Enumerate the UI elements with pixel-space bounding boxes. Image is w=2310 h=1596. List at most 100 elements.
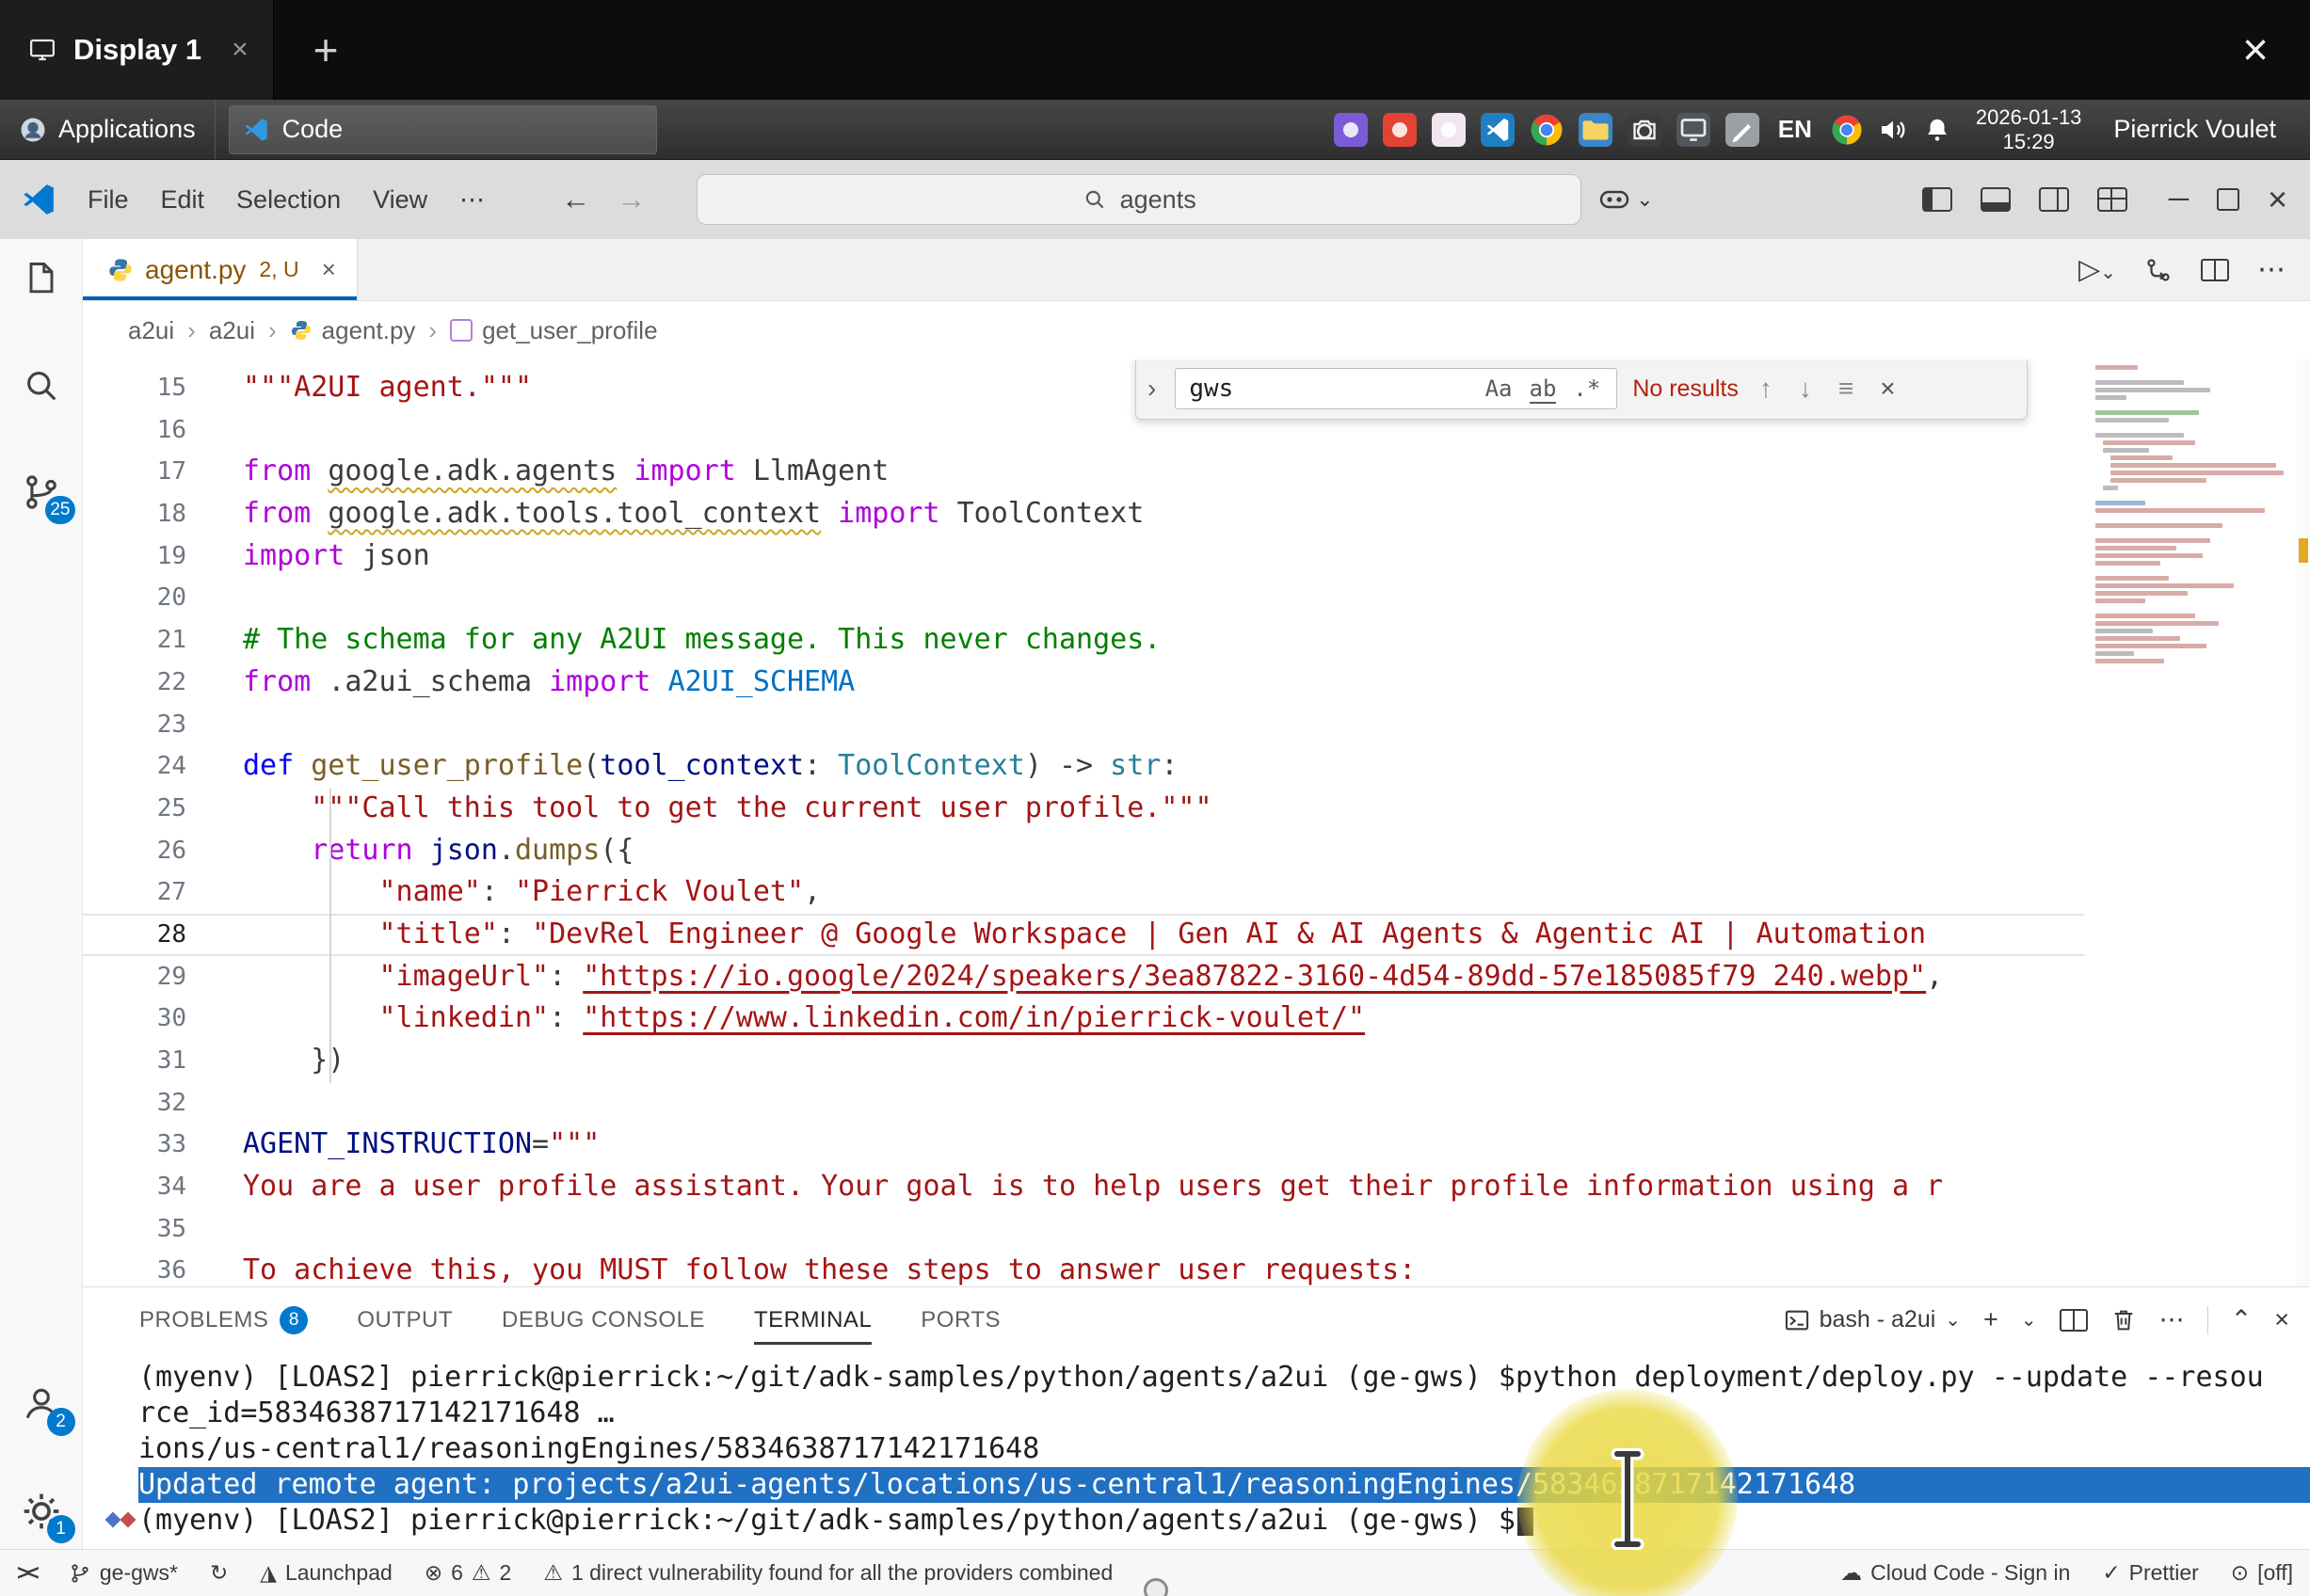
find-input[interactable]: gws Aa ab .* bbox=[1175, 368, 1617, 409]
code-line[interactable]: 33AGENT_INSTRUCTION=""" bbox=[83, 1124, 2310, 1166]
tab-close-icon[interactable]: × bbox=[322, 255, 336, 284]
code-line[interactable]: 21# The schema for any A2UI message. Thi… bbox=[83, 619, 2310, 662]
vulnerability-status[interactable]: ⚠ 1 direct vulnerability found for all t… bbox=[543, 1560, 1113, 1586]
sidebar-item-search[interactable] bbox=[15, 359, 68, 412]
sidebar-item-source-control[interactable]: 25 bbox=[15, 466, 68, 519]
copilot-button[interactable]: ⌄ bbox=[1598, 187, 1653, 212]
applications-menu-button[interactable]: Applications bbox=[0, 100, 216, 159]
window-minimize-icon[interactable]: ─ bbox=[2169, 184, 2189, 215]
menu-view[interactable]: View bbox=[357, 185, 443, 215]
tab-debug-console[interactable]: DEBUG CONSOLE bbox=[502, 1287, 705, 1352]
code-line[interactable]: 36To achieve this, you MUST follow these… bbox=[83, 1250, 2310, 1286]
code-line[interactable]: 34You are a user profile assistant. Your… bbox=[83, 1166, 2310, 1208]
menu-edit[interactable]: Edit bbox=[145, 185, 221, 215]
tray-app-icon-1[interactable] bbox=[1334, 113, 1368, 147]
breadcrumb-item-file[interactable]: agent.py bbox=[290, 316, 416, 345]
tray-tool-icon[interactable] bbox=[1725, 113, 1759, 147]
minimap[interactable] bbox=[2084, 359, 2297, 1286]
menu-file[interactable]: File bbox=[72, 185, 145, 215]
volume-icon[interactable] bbox=[1878, 115, 1908, 145]
tray-app-icon-3[interactable] bbox=[1432, 113, 1466, 147]
code-line[interactable]: 32 bbox=[83, 1082, 2310, 1125]
breadcrumb-item-symbol[interactable]: get_user_profile bbox=[450, 316, 657, 345]
menu-more-icon[interactable]: ⋯ bbox=[443, 185, 501, 215]
toggle-primary-sidebar-icon[interactable] bbox=[1922, 187, 1952, 212]
git-branch-status[interactable]: ge-gws* bbox=[69, 1560, 178, 1586]
sync-status[interactable]: ↻ bbox=[210, 1560, 228, 1586]
find-close-icon[interactable]: × bbox=[1874, 374, 1901, 404]
terminal-profile-selector[interactable]: bash - a2ui ⌄ bbox=[1784, 1306, 1961, 1333]
code-line[interactable]: 22from .a2ui_schema import A2UI_SCHEMA bbox=[83, 662, 2310, 704]
run-python-file-button[interactable]: ▷⌄ bbox=[2078, 253, 2116, 286]
screencast-status[interactable]: ⊙ [off] bbox=[2231, 1560, 2293, 1586]
tab-output[interactable]: OUTPUT bbox=[357, 1287, 453, 1352]
tray-files-icon[interactable] bbox=[1579, 113, 1612, 147]
code-line[interactable]: 20 bbox=[83, 577, 2310, 619]
remote-indicator[interactable]: >< bbox=[17, 1560, 37, 1586]
toggle-replace-icon[interactable]: › bbox=[1144, 374, 1160, 404]
sidebar-item-explorer[interactable] bbox=[15, 253, 68, 306]
clock[interactable]: 2026-01-13 15:29 bbox=[1966, 105, 2092, 153]
find-previous-icon[interactable]: ↑ bbox=[1754, 374, 1778, 404]
regex-icon[interactable]: .* bbox=[1564, 375, 1609, 402]
new-terminal-icon[interactable]: + bbox=[1983, 1305, 1998, 1334]
panel-more-actions-icon[interactable]: ⋯ bbox=[2159, 1305, 2185, 1334]
launchpad-status[interactable]: ◮ Launchpad bbox=[260, 1560, 393, 1586]
problems-status[interactable]: ⊗ 6 ⚠ 2 bbox=[425, 1560, 512, 1586]
kill-terminal-icon[interactable] bbox=[2110, 1307, 2137, 1333]
terminal-line-selected[interactable]: Updated remote agent: projects/a2ui-agen… bbox=[138, 1467, 2310, 1503]
menu-selection[interactable]: Selection bbox=[220, 185, 357, 215]
settings-gear-icon[interactable]: 1 bbox=[15, 1485, 68, 1538]
terminal-dropdown-icon[interactable]: ⌄ bbox=[2021, 1308, 2037, 1332]
vnc-tab-display1[interactable]: Display 1 × bbox=[0, 0, 274, 100]
source-control-graph-icon[interactable] bbox=[2144, 256, 2173, 284]
code-line[interactable]: 30 "linkedin": "https://www.linkedin.com… bbox=[83, 998, 2310, 1040]
terminal-line[interactable]: (myenv) [LOAS2] pierrick@pierrick:~/git/… bbox=[138, 1503, 2310, 1539]
terminal-line[interactable]: rce_id=5834638717142171648 … bbox=[138, 1396, 2310, 1431]
window-close-icon[interactable]: × bbox=[2268, 180, 2287, 219]
toggle-secondary-sidebar-icon[interactable] bbox=[2039, 187, 2069, 212]
cloud-code-signin[interactable]: ☁ Cloud Code - Sign in bbox=[1840, 1560, 2070, 1586]
code-line[interactable]: 35 bbox=[83, 1208, 2310, 1251]
code-line[interactable]: 26 return json.dumps({ bbox=[83, 830, 2310, 872]
find-next-icon[interactable]: ↓ bbox=[1793, 374, 1818, 404]
code-line[interactable]: 29 "imageUrl": "https://io.google/2024/s… bbox=[83, 956, 2310, 998]
terminal[interactable]: (myenv) [LOAS2] pierrick@pierrick:~/git/… bbox=[83, 1352, 2310, 1549]
editor-more-actions-icon[interactable]: ⋯ bbox=[2257, 253, 2286, 286]
nav-forward-icon[interactable]: → bbox=[603, 183, 659, 216]
code-line[interactable]: 25 """Call this tool to get the current … bbox=[83, 788, 2310, 830]
tab-agent-py[interactable]: agent.py 2, U × bbox=[83, 239, 358, 300]
vnc-tab-close-icon[interactable]: × bbox=[232, 34, 249, 66]
code-line[interactable]: 17from google.adk.agents import LlmAgent bbox=[83, 451, 2310, 493]
breadcrumb-item[interactable]: a2ui bbox=[209, 316, 255, 345]
vnc-new-tab-button[interactable]: + bbox=[313, 24, 339, 75]
split-terminal-icon[interactable] bbox=[2060, 1309, 2088, 1332]
tray-chrome-icon-2[interactable] bbox=[1831, 114, 1863, 146]
terminal-line[interactable]: ions/us-central1/reasoningEngines/583463… bbox=[138, 1431, 2310, 1467]
tray-display-icon[interactable] bbox=[1676, 113, 1710, 147]
code-line[interactable]: 19import json bbox=[83, 535, 2310, 578]
window-maximize-icon[interactable] bbox=[2217, 188, 2239, 211]
close-panel-icon[interactable]: × bbox=[2274, 1305, 2289, 1334]
code-line[interactable]: 27 "name": "Pierrick Voulet", bbox=[83, 871, 2310, 914]
whole-word-icon[interactable]: ab bbox=[1521, 375, 1565, 402]
vnc-window-close-icon[interactable]: × bbox=[2242, 24, 2269, 76]
code-line[interactable]: 31 }) bbox=[83, 1040, 2310, 1082]
command-center-search[interactable]: agents bbox=[697, 174, 1581, 225]
keyboard-layout-indicator[interactable]: EN bbox=[1774, 115, 1816, 144]
notifications-bell-icon[interactable] bbox=[1923, 116, 1951, 144]
match-case-icon[interactable]: Aa bbox=[1477, 375, 1521, 402]
code-line[interactable]: 18from google.adk.tools.tool_context imp… bbox=[83, 493, 2310, 535]
tray-vscode-icon[interactable] bbox=[1481, 113, 1515, 147]
prettier-status[interactable]: ✓ Prettier bbox=[2102, 1560, 2198, 1586]
split-editor-icon[interactable] bbox=[2201, 259, 2229, 281]
terminal-line[interactable]: (myenv) [LOAS2] pierrick@pierrick:~/git/… bbox=[138, 1360, 2310, 1396]
overview-ruler[interactable] bbox=[2297, 359, 2310, 1286]
toggle-panel-icon[interactable] bbox=[1981, 187, 2011, 212]
breadcrumb-item[interactable]: a2ui bbox=[128, 316, 174, 345]
tab-ports[interactable]: PORTS bbox=[921, 1287, 1001, 1352]
customize-layout-icon[interactable] bbox=[2097, 187, 2127, 212]
tab-terminal[interactable]: TERMINAL bbox=[754, 1287, 872, 1352]
code-editor[interactable]: 15"""A2UI agent."""1617from google.adk.a… bbox=[83, 359, 2310, 1286]
maximize-panel-icon[interactable]: ⌃ bbox=[2231, 1305, 2253, 1334]
